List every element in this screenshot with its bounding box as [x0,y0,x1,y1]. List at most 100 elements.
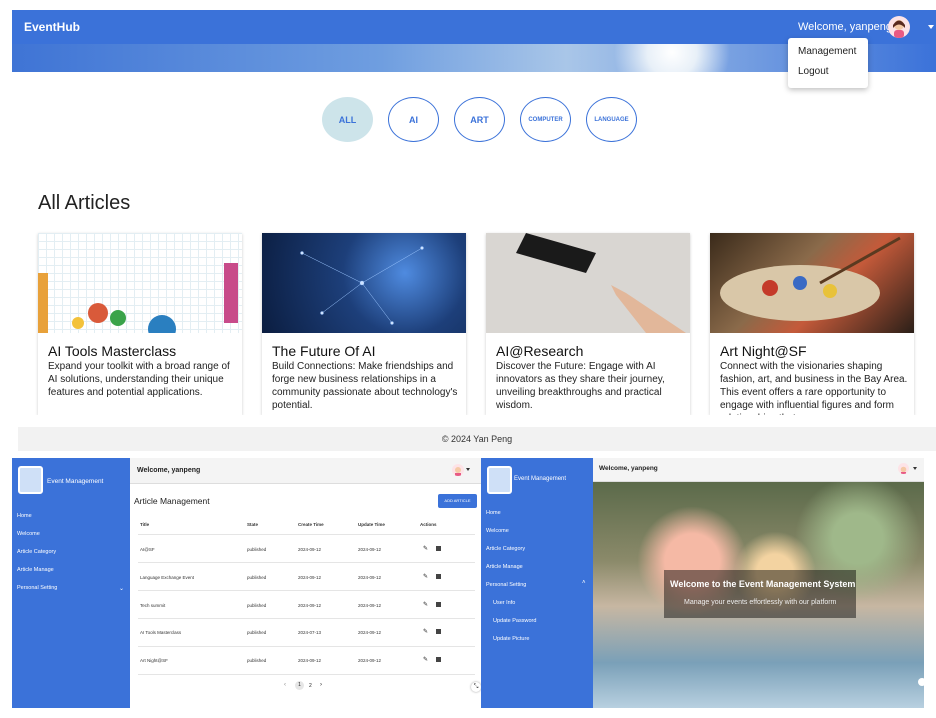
cell-updated: 2024-09-12 [358,658,382,663]
cell-updated: 2024-09-12 [358,630,382,635]
edit-icon[interactable]: ✎ [423,601,428,608]
cell-title: AI Tools Masterclass [140,630,182,635]
chevron-down-icon[interactable] [928,25,934,29]
cell-updated: 2024-09-12 [358,603,382,608]
article-image [710,233,914,333]
article-description: Discover the Future: Engage with AI inno… [496,361,665,411]
article-title: AI Tools Masterclass [48,343,177,359]
divider [138,534,475,535]
palette-icon [720,236,901,321]
sidebar-item-home[interactable]: Home [486,510,501,516]
sidebar-item-personal-setting[interactable]: Personal Setting [486,582,526,588]
footer-copyright: © 2024 Yan Peng [18,427,936,451]
category-pill-ai[interactable]: AI [388,97,439,142]
illustration-icon [38,263,238,343]
column-header: Create Time [298,522,324,527]
hero-title: Welcome to the Event Management System [670,579,856,589]
edit-icon[interactable]: ✎ [423,573,428,580]
sidebar-item-user-info[interactable]: User Info [493,600,515,606]
sidebar-item-update-picture[interactable]: Update Picture [493,636,529,642]
delete-icon[interactable] [436,546,441,551]
floating-action-icon[interactable]: ⤡ [471,682,481,692]
sidebar-item-update-password[interactable]: Update Password [493,618,536,624]
article-card[interactable]: The Future Of AI Build Connections: Make… [262,233,466,415]
article-management-page: Event Management Home Welcome Article Ca… [12,458,481,708]
delete-icon[interactable] [436,574,441,579]
floating-action-icon[interactable] [918,678,924,686]
column-header: State [247,522,259,527]
edit-icon[interactable]: ✎ [423,545,428,552]
category-pill-all[interactable]: ALL [322,97,373,142]
divider [138,646,475,647]
edit-icon[interactable]: ✎ [423,656,428,663]
user-dropdown-menu: Management Logout [788,38,868,88]
sidebar-item-personal-setting[interactable]: Personal Setting [17,585,57,591]
add-article-button[interactable]: ADD ARTICLE [438,494,477,508]
calendar-logo-icon [487,466,512,494]
hero-overlay: Welcome to the Event Management System M… [664,570,856,618]
cell-created: 2024-09-12 [298,603,322,608]
brand-logo[interactable]: EventHub [24,20,80,34]
column-header: Update Time [358,522,385,527]
column-header: Title [140,522,150,527]
cell-created: 2024-09-12 [298,547,322,552]
divider [138,590,475,591]
article-card[interactable]: Art Night@SF Connect with the visionarie… [710,233,914,415]
article-description: Build Connections: Make friendships and … [272,361,458,411]
delete-icon[interactable] [436,657,441,662]
chevron-down-icon[interactable] [466,468,470,471]
user-avatar[interactable] [888,16,910,38]
divider [138,618,475,619]
menu-item-logout[interactable]: Logout [798,66,829,77]
cell-created: 2024-07-13 [298,630,322,635]
sidebar-item-welcome[interactable]: Welcome [17,531,40,537]
delete-icon[interactable] [436,602,441,607]
category-pill-art[interactable]: ART [454,97,505,142]
cell-created: 2024-09-12 [298,575,322,580]
category-pill-language[interactable]: LANGUAGE [586,97,637,142]
delete-icon[interactable] [436,629,441,634]
sidebar-item-article-manage[interactable]: Article Manage [486,564,523,570]
cell-updated: 2024-09-12 [358,575,382,580]
app-title: Event Management [514,476,567,482]
cell-title: AI@SF [140,547,155,552]
welcome-text: Welcome, yanpeng [798,21,892,33]
chevron-down-icon[interactable] [913,467,917,470]
category-pill-computer[interactable]: COMPUTER [520,97,571,142]
robot-hand-icon [516,233,686,333]
chevron-down-icon[interactable]: ⌄ [119,585,124,592]
cell-updated: 2024-09-12 [358,547,382,552]
menu-item-management[interactable]: Management [798,46,856,57]
cell-state: published [247,603,267,608]
eventhub-page: EventHub Welcome, yanpeng Management Log… [12,10,936,415]
cell-title: Language Exchange Event [140,575,195,580]
pagination-prev[interactable]: ‹ [284,682,286,688]
sidebar-item-article-category[interactable]: Article Category [486,546,525,552]
cell-created: 2024-09-12 [298,658,322,663]
article-image [486,233,690,333]
sidebar-item-welcome[interactable]: Welcome [486,528,509,534]
calendar-logo-icon [18,466,43,494]
edit-icon[interactable]: ✎ [423,628,428,635]
welcome-text: Welcome, yanpeng [599,465,658,472]
avatar-icon [900,466,907,474]
welcome-page: Event Management Home Welcome Article Ca… [481,458,924,708]
cell-title: Art Night@SF [140,658,168,663]
user-avatar[interactable] [452,464,464,476]
sidebar-item-article-manage[interactable]: Article Manage [17,567,54,573]
pagination-next[interactable]: › [320,682,322,688]
article-card[interactable]: AI@Research Discover the Future: Engage … [486,233,690,415]
chevron-up-icon[interactable]: ˄ [582,580,586,586]
sidebar-item-article-category[interactable]: Article Category [17,549,56,555]
column-header: Actions [420,522,437,527]
network-icon [300,246,424,325]
article-description: Expand your toolkit with a broad range o… [48,361,230,398]
article-card[interactable]: AI Tools Masterclass Expand your toolkit… [38,233,242,415]
article-title: The Future Of AI [272,343,376,359]
section-title: All Articles [38,192,131,214]
user-avatar[interactable] [898,463,909,474]
dandelion-decoration [592,44,752,72]
pagination-page-1[interactable]: 1 [295,681,304,690]
pagination-page-2[interactable]: 2 [309,683,312,689]
sidebar-item-home[interactable]: Home [17,513,32,519]
